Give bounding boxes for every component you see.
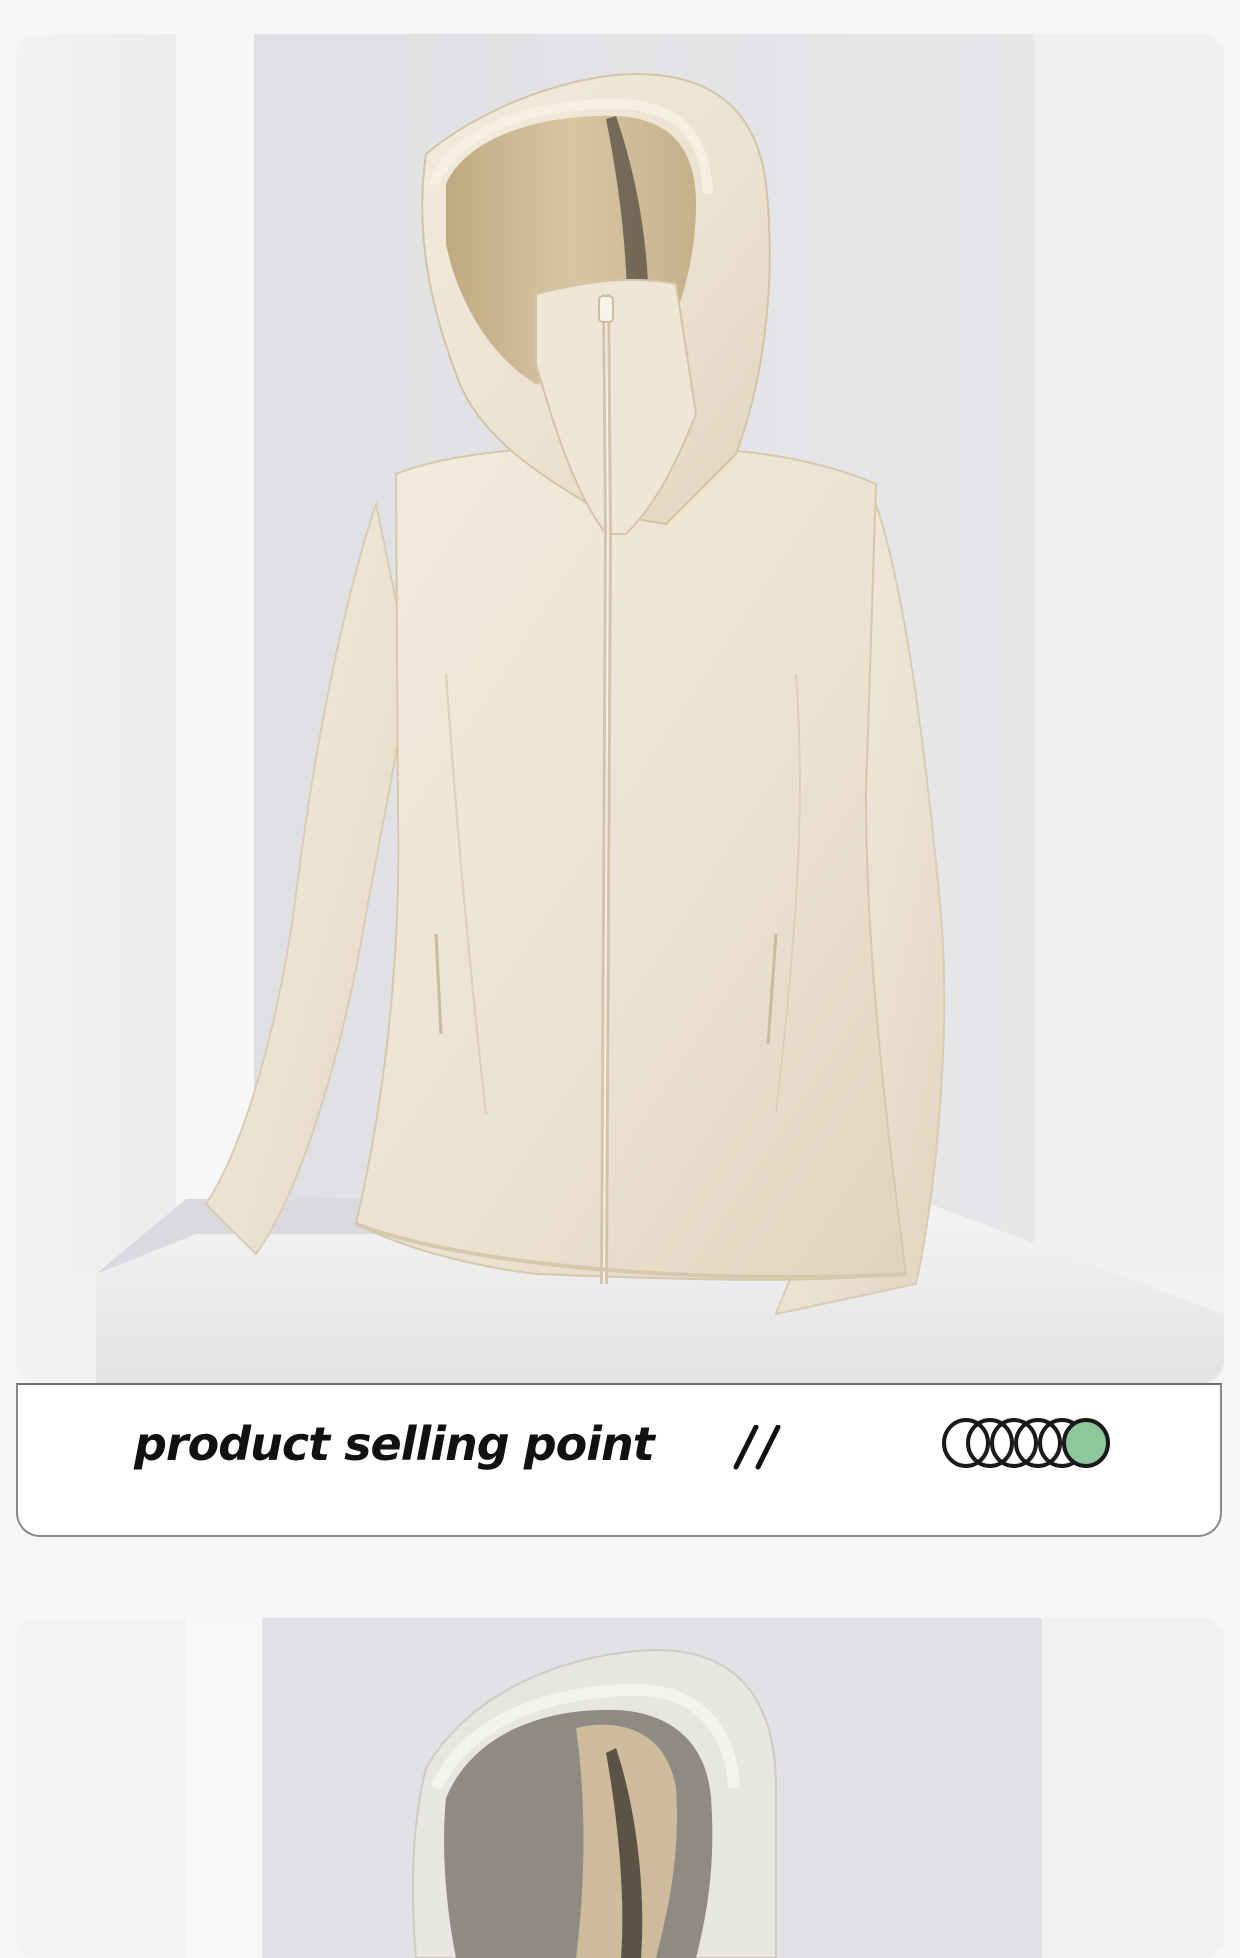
selling-point-title: product selling point [134,1417,655,1471]
selling-point-bar: product selling point [16,1383,1222,1537]
jacket-illustration-beige [16,34,1224,1384]
rating-rings-icon [942,1418,1110,1468]
product-photo-beige-jacket [16,34,1224,1384]
jacket-illustration-grey [16,1618,1224,1958]
double-slash-icon [733,1425,781,1470]
product-photo-grey-jacket [16,1618,1224,1958]
